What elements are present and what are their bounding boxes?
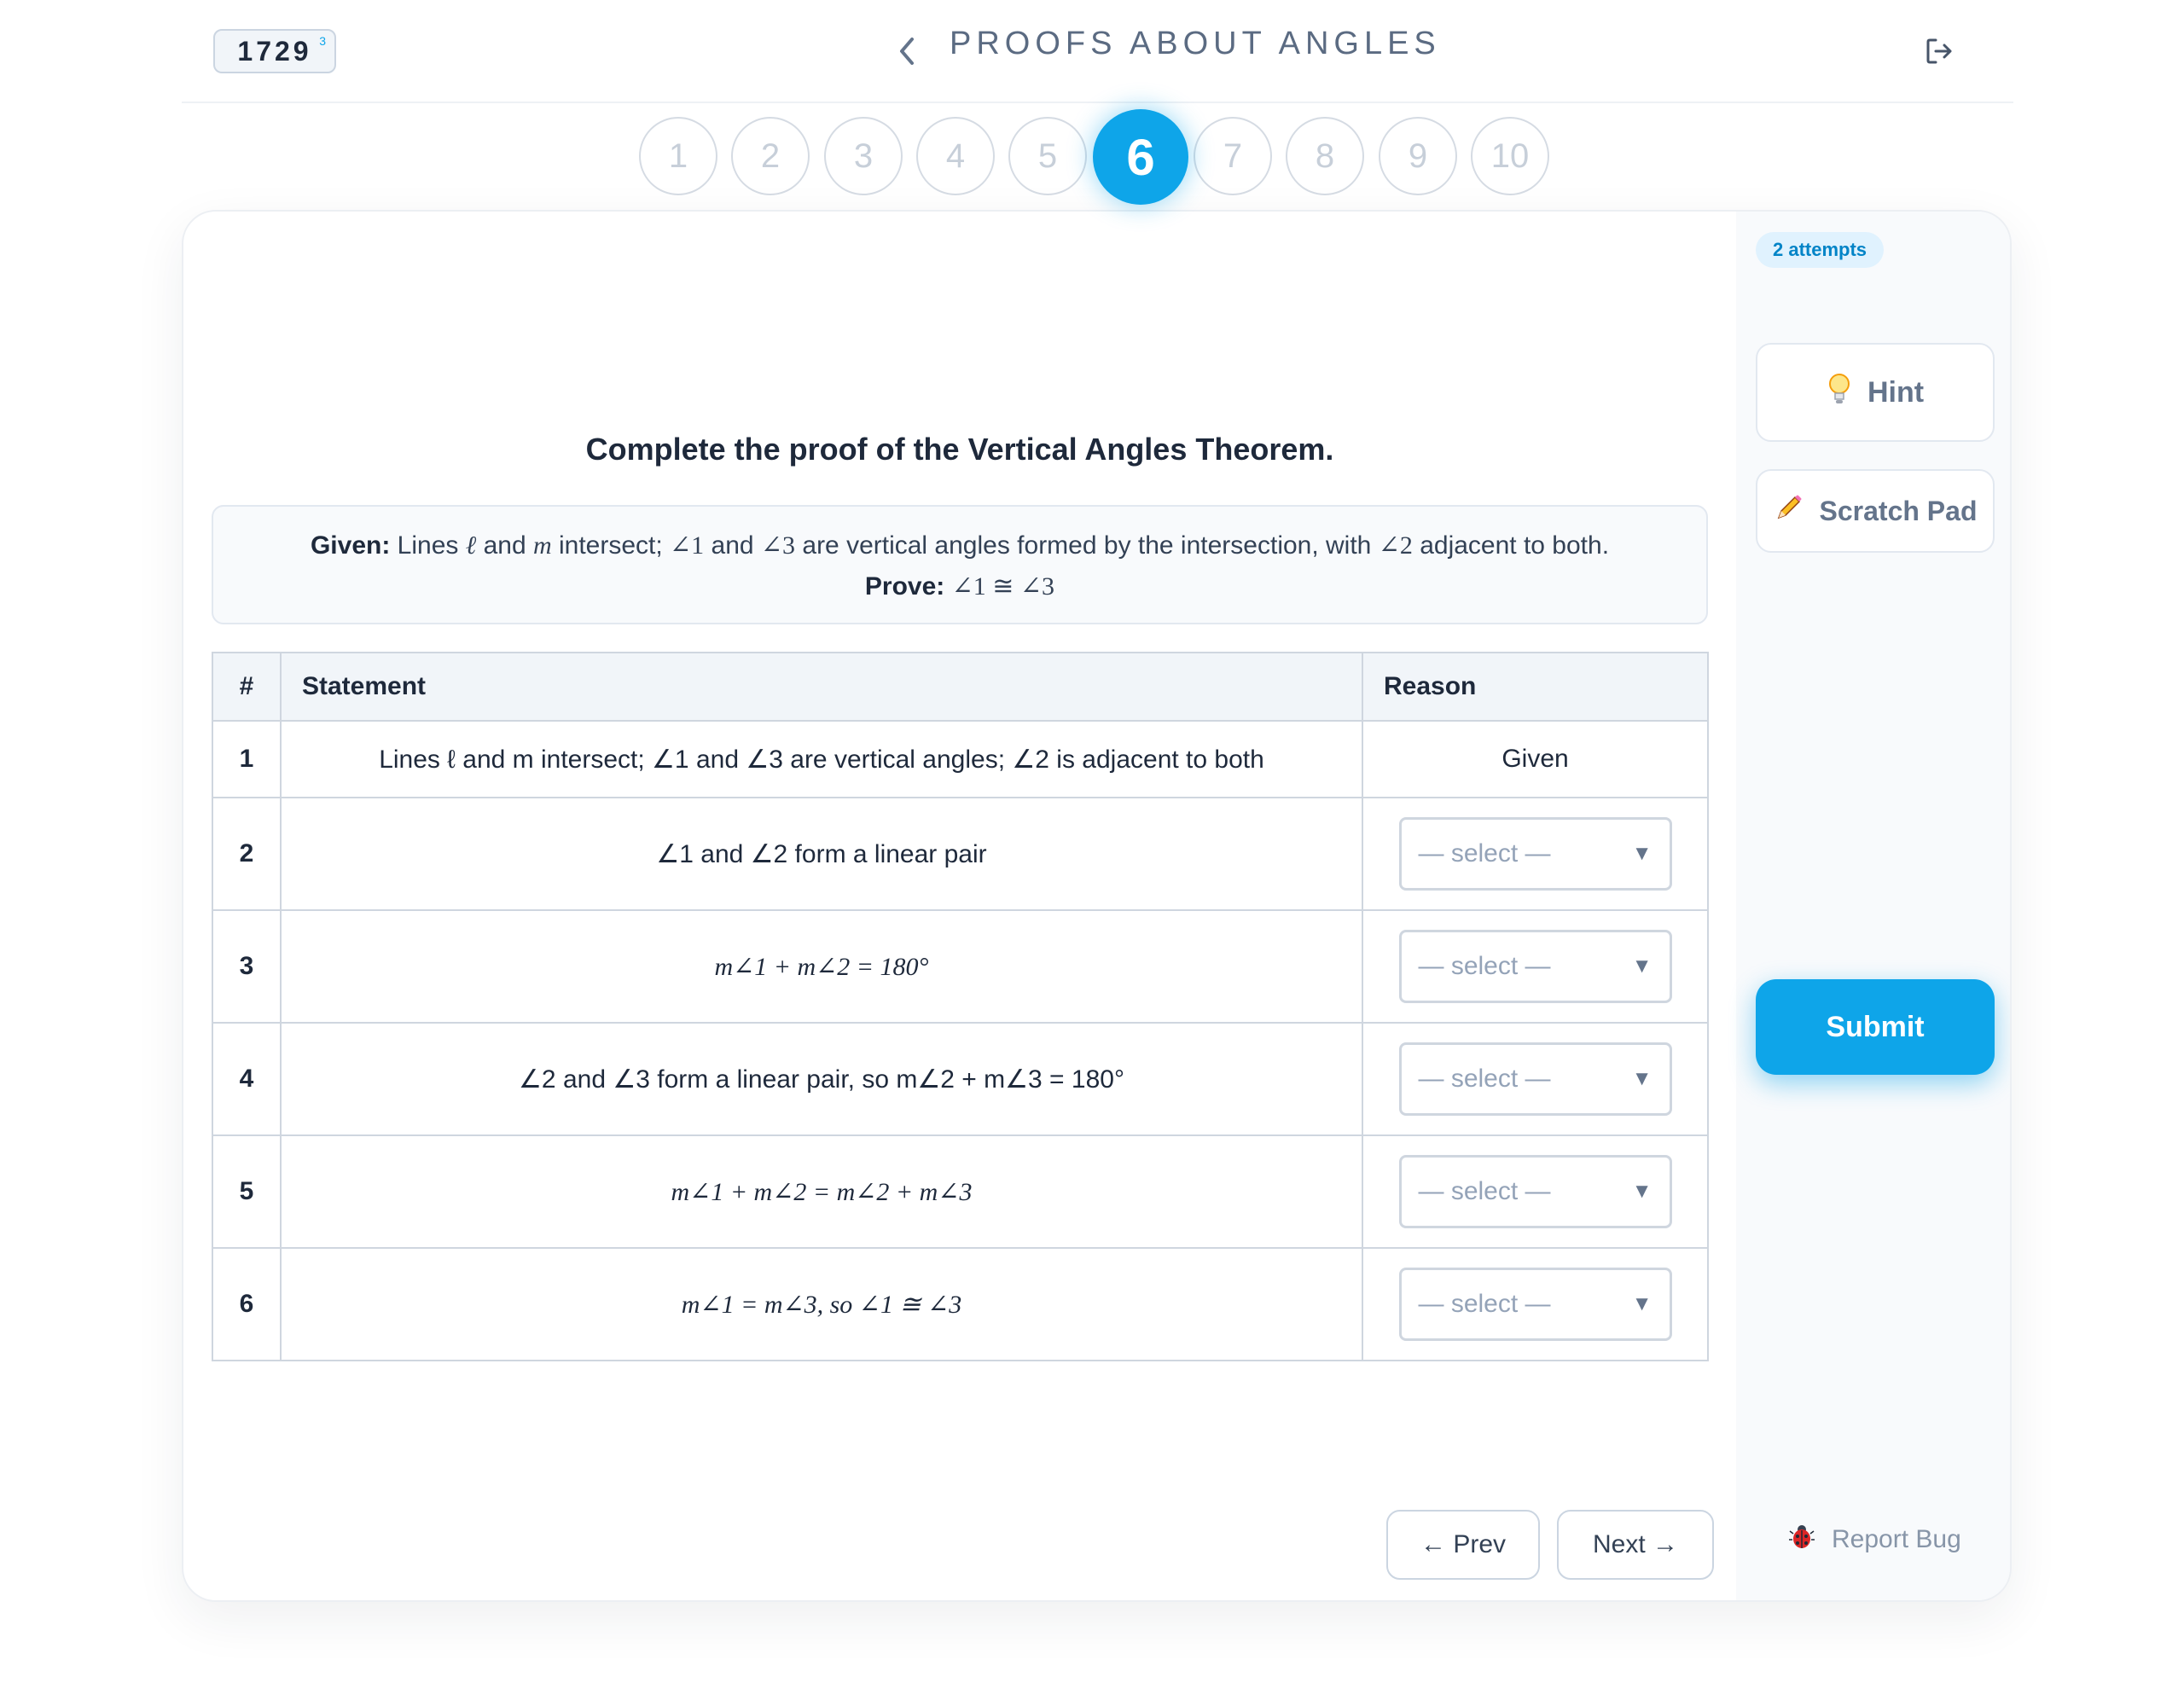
report-bug-label: Report Bug (1832, 1525, 1961, 1553)
table-row: 6 m∠1 = m∠3, so ∠1 ≅ ∠3 — select — ▼ (212, 1247, 1709, 1361)
report-bug-link[interactable]: Report Bug (1787, 1522, 1961, 1558)
row-reason-cell: — select — ▼ (1362, 1247, 1709, 1361)
logout-icon[interactable] (1922, 32, 1956, 70)
select-placeholder: — select — (1418, 1290, 1551, 1318)
prev-button[interactable]: ← Prev (1386, 1510, 1540, 1580)
row-number: 3 (212, 909, 282, 1024)
top-bar: 1729 3 PROOFS ABOUT ANGLES (182, 0, 2013, 103)
given-prove-box: Given: Lines ℓ and m intersect; ∠1 and ∠… (212, 505, 1708, 624)
row-number: 6 (212, 1247, 282, 1361)
select-placeholder: — select — (1418, 952, 1551, 980)
caret-down-icon: ▼ (1631, 1180, 1653, 1203)
score-badge: 1729 3 (213, 29, 336, 73)
row-statement: m∠1 + m∠2 = m∠2 + m∠3 (280, 1134, 1363, 1249)
step-2[interactable]: 2 (731, 117, 810, 195)
pencil-icon (1774, 492, 1804, 530)
step-6-active[interactable]: 6 (1093, 109, 1188, 205)
scratch-pad-button[interactable]: Scratch Pad (1756, 469, 1995, 553)
next-button[interactable]: Next → (1557, 1510, 1714, 1580)
caret-down-icon: ▼ (1631, 1292, 1653, 1315)
score-superscript: 3 (319, 34, 326, 48)
step-3[interactable]: 3 (824, 117, 903, 195)
row-reason-cell: — select — ▼ (1362, 797, 1709, 911)
row-reason-cell: — select — ▼ (1362, 1134, 1709, 1249)
column-header-statement: Statement (280, 652, 1363, 722)
table-row: 4 ∠2 and ∠3 form a linear pair, so m∠2 +… (212, 1022, 1709, 1136)
caret-down-icon: ▼ (1631, 1067, 1653, 1090)
step-8[interactable]: 8 (1286, 117, 1364, 195)
reason-select[interactable]: — select — ▼ (1398, 1155, 1672, 1228)
table-row: 5 m∠1 + m∠2 = m∠2 + m∠3 — select — ▼ (212, 1134, 1709, 1249)
row-statement: Lines ℓ and m intersect; ∠1 and ∠3 are v… (280, 720, 1363, 798)
proof-table: # Statement Reason 1 Lines ℓ and m inter… (212, 652, 1709, 1361)
row-statement: m∠1 + m∠2 = 180° (280, 909, 1363, 1024)
given-line: Given: Lines ℓ and m intersect; ∠1 and ∠… (213, 525, 1706, 566)
hint-label: Hint (1867, 375, 1925, 409)
step-10[interactable]: 10 (1471, 117, 1549, 195)
question-card: Complete the proof of the Vertical Angle… (182, 210, 2012, 1602)
row-number: 2 (212, 797, 282, 911)
table-row: 2 ∠1 and ∠2 form a linear pair — select … (212, 797, 1709, 911)
score-value: 1729 (237, 35, 312, 67)
reason-select[interactable]: — select — ▼ (1398, 817, 1672, 891)
row-number: 5 (212, 1134, 282, 1249)
prove-label: Prove: (864, 572, 945, 601)
row-statement: ∠2 and ∠3 form a linear pair, so m∠2 + m… (280, 1022, 1363, 1136)
table-row: 3 m∠1 + m∠2 = 180° — select — ▼ (212, 909, 1709, 1024)
select-placeholder: — select — (1418, 1065, 1551, 1093)
step-9[interactable]: 9 (1379, 117, 1457, 195)
row-statement: m∠1 = m∠3, so ∠1 ≅ ∠3 (280, 1247, 1363, 1361)
step-4[interactable]: 4 (916, 117, 995, 195)
select-placeholder: — select — (1418, 839, 1551, 868)
lightbulb-icon (1827, 372, 1852, 414)
row-reason-cell: — select — ▼ (1362, 909, 1709, 1024)
reason-select[interactable]: — select — ▼ (1398, 930, 1672, 1003)
column-header-reason: Reason (1362, 652, 1709, 722)
row-number: 1 (212, 720, 282, 798)
row-reason: Given (1362, 720, 1709, 798)
table-row: 1 Lines ℓ and m intersect; ∠1 and ∠3 are… (212, 720, 1709, 798)
hint-button[interactable]: Hint (1756, 343, 1995, 442)
given-text: Lines ℓ and m intersect; ∠1 and ∠3 are v… (397, 531, 1610, 560)
bug-icon (1787, 1522, 1816, 1558)
step-7[interactable]: 7 (1194, 117, 1272, 195)
caret-down-icon: ▼ (1631, 842, 1653, 865)
submit-button[interactable]: Submit (1756, 979, 1995, 1075)
scratch-pad-label: Scratch Pad (1819, 495, 1978, 526)
select-placeholder: — select — (1418, 1177, 1551, 1205)
reason-select[interactable]: — select — ▼ (1398, 1268, 1672, 1341)
attempts-badge: 2 attempts (1756, 232, 1885, 268)
prove-text: ∠1 ≅ ∠3 (951, 572, 1055, 601)
question-prompt: Complete the proof of the Vertical Angle… (585, 432, 1334, 467)
prove-line: Prove: ∠1 ≅ ∠3 (213, 566, 1706, 607)
step-1[interactable]: 1 (639, 117, 717, 195)
reason-select[interactable]: — select — ▼ (1398, 1042, 1672, 1116)
row-number: 4 (212, 1022, 282, 1136)
caret-down-icon: ▼ (1631, 955, 1653, 978)
column-header-number: # (212, 652, 282, 722)
chevron-left-icon[interactable] (890, 31, 924, 72)
given-label: Given: (310, 531, 391, 560)
table-header-row: # Statement Reason (212, 652, 1709, 722)
step-5[interactable]: 5 (1008, 117, 1087, 195)
row-statement: ∠1 and ∠2 form a linear pair (280, 797, 1363, 911)
row-reason-cell: — select — ▼ (1362, 1022, 1709, 1136)
lesson-title: PROOFS ABOUT ANGLES (950, 26, 1441, 61)
